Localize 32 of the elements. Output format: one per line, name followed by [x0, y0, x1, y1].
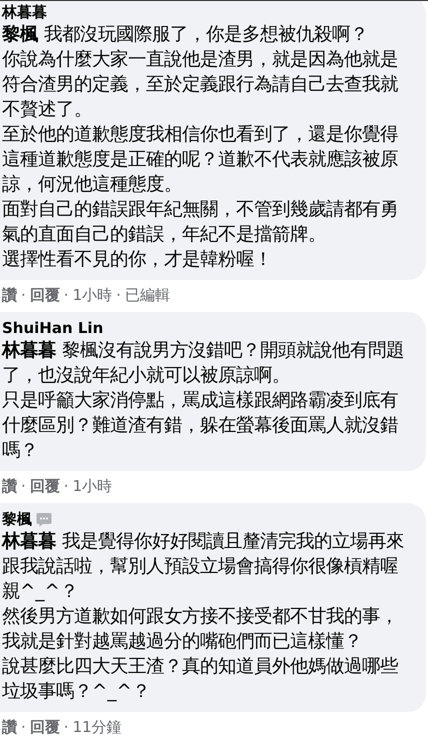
separator-dot: ·	[64, 477, 69, 495]
timestamp[interactable]: 11分鐘	[72, 718, 122, 736]
comment-text: 林暮暮 黎楓沒有說男方沒錯吧？開頭就說他有問題了，也沒說年紀小就可以被原諒啊。	[2, 339, 405, 388]
chat-bubble-icon	[36, 512, 52, 526]
separator-dot: ·	[21, 286, 26, 304]
action-link[interactable]: 讚	[2, 286, 17, 304]
timestamp[interactable]: 1小時	[72, 477, 112, 495]
comment-text: 林暮暮 我是覺得你好好閱讀且釐清完我的立場再來跟我說話啦，幫別人預設立場會搞得你很像槓精喔親^_^？	[2, 530, 405, 604]
comment-text: 只是呼籲大家消停點，罵成這樣跟網路霸凌到底有什麼區別？難道渣有錯，躲在螢幕後面罵人就沒錯嗎？	[2, 389, 399, 463]
author-name[interactable]: ShuiHan Lin	[2, 318, 104, 338]
comment-text: 說甚麼比四大天王渣？真的知道員外他媽做過哪些垃圾事嗎？^_^？	[2, 655, 399, 704]
comment-text: 選擇性看不見的你，才是韓粉喔！	[2, 248, 273, 272]
action-link[interactable]: 回覆	[30, 718, 60, 736]
comment-text: 你說為什麼大家一直說他是渣男，就是因為他就是符合渣男的定義，至於定義跟行為請自己去查我就不贅述了。	[2, 48, 399, 122]
author-name[interactable]: 黎楓	[2, 509, 32, 529]
separator-dot: ·	[21, 477, 26, 495]
separator-dot: ·	[64, 286, 69, 304]
separator-dot: ·	[21, 718, 26, 736]
comment-text: 我就是針對越罵越過分的嘴砲們而已這樣懂？	[2, 630, 363, 654]
action-link[interactable]: 讚	[2, 718, 17, 736]
separator-dot: ·	[64, 718, 69, 736]
author-name[interactable]: 林暮暮	[2, 2, 47, 22]
comment-text: 然後男方道歉如何跟女方接不接受都不甘我的事，	[2, 605, 399, 629]
action-link[interactable]: 回覆	[30, 477, 60, 495]
comment-text: 黎楓 我都沒玩國際服了，你是多想被仇殺啊？	[2, 23, 369, 47]
comment-text: 至於他的道歉態度我相信你也看到了，還是你覺得這種道歉態度是正確的呢？道歉不代表就應該被原諒，何況他這種態度。	[2, 123, 399, 197]
action-link[interactable]: 回覆	[30, 286, 60, 304]
separator-dot: ·	[116, 286, 121, 304]
edited-label: 已編輯	[124, 286, 170, 304]
action-link[interactable]: 讚	[2, 477, 17, 495]
timestamp[interactable]: 1小時	[72, 286, 112, 304]
comment-text: 面對自己的錯誤跟年紀無關，不管到幾歲請都有勇氣的直面自己的錯誤，年紀不是擋箭牌。	[2, 198, 399, 247]
